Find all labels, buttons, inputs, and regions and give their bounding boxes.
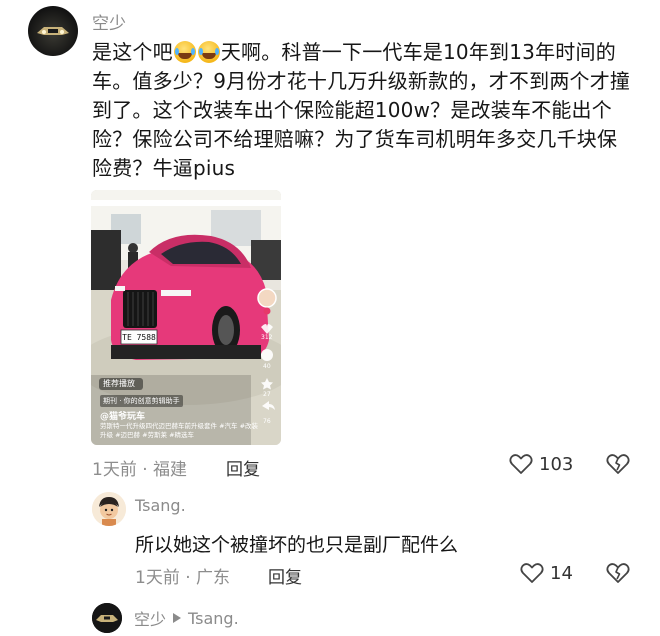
laughing-crying-emoji-icon [173,41,196,63]
comment-text: 是这个吧 天啊。科普一下一代车是10年到13年时间的车。值多少？9月份才花十几万升… [92,40,631,180]
comment-username[interactable]: Tsang. [135,496,186,515]
reply-button[interactable]: 回复 [268,563,302,588]
video-caption: 劳斯特一代升级四代迈巴赫车前升级套件 #汽车 #改装升级 #迈巴赫 #劳斯莱 #… [100,422,259,439]
dislike-button[interactable] [606,562,630,588]
like-count: 14 [550,562,573,584]
car-logo-icon [92,603,122,633]
heart-icon [509,454,533,474]
broken-heart-icon [606,454,630,474]
svg-text:TE 7588: TE 7588 [122,333,156,342]
like-count: 103 [539,453,574,475]
stat-share-count: 76 [263,418,271,425]
like-button[interactable]: 14 [520,562,573,584]
stat-like-count: 312 [261,334,273,341]
avatar[interactable] [92,492,126,526]
cartoon-avatar-icon [92,492,126,526]
video-tag-chip: 推荐播放 [103,379,135,388]
stat-comment-count: 40 [263,363,271,370]
stat-star-count: 27 [263,391,271,398]
comment-username[interactable]: 空少 [92,9,126,34]
video-meta-line: 期刊 · 你的创意剪辑助手 [100,395,183,407]
comment-time-location: 1天前 · 广东 [135,568,231,588]
car-logo-icon [37,27,69,35]
comment-time-location: 1天前 · 福建 [92,460,188,480]
reply-arrow-icon [173,613,182,623]
dislike-button[interactable] [606,453,630,479]
video-thumbnail[interactable]: TE 7588 推荐播放 期刊 · 你的创意剪辑助手 @猫爷玩车 劳斯特一代升级… [91,190,281,445]
heart-icon [520,563,544,583]
laughing-crying-emoji-icon [197,41,220,63]
nested-reply-header: 空少 Tsang. [134,606,239,630]
comment-username[interactable]: 空少 [134,606,166,630]
avatar[interactable] [92,603,122,633]
broken-heart-icon [606,563,630,583]
comment-text: 所以她这个被撞坏的也只是副厂配件么 [135,534,459,556]
avatar[interactable] [28,6,78,56]
reply-button[interactable]: 回复 [226,455,260,480]
like-button[interactable]: 103 [509,453,573,475]
video-handle: @猫爷玩车 [100,412,146,422]
reply-to-username[interactable]: Tsang. [188,609,239,628]
